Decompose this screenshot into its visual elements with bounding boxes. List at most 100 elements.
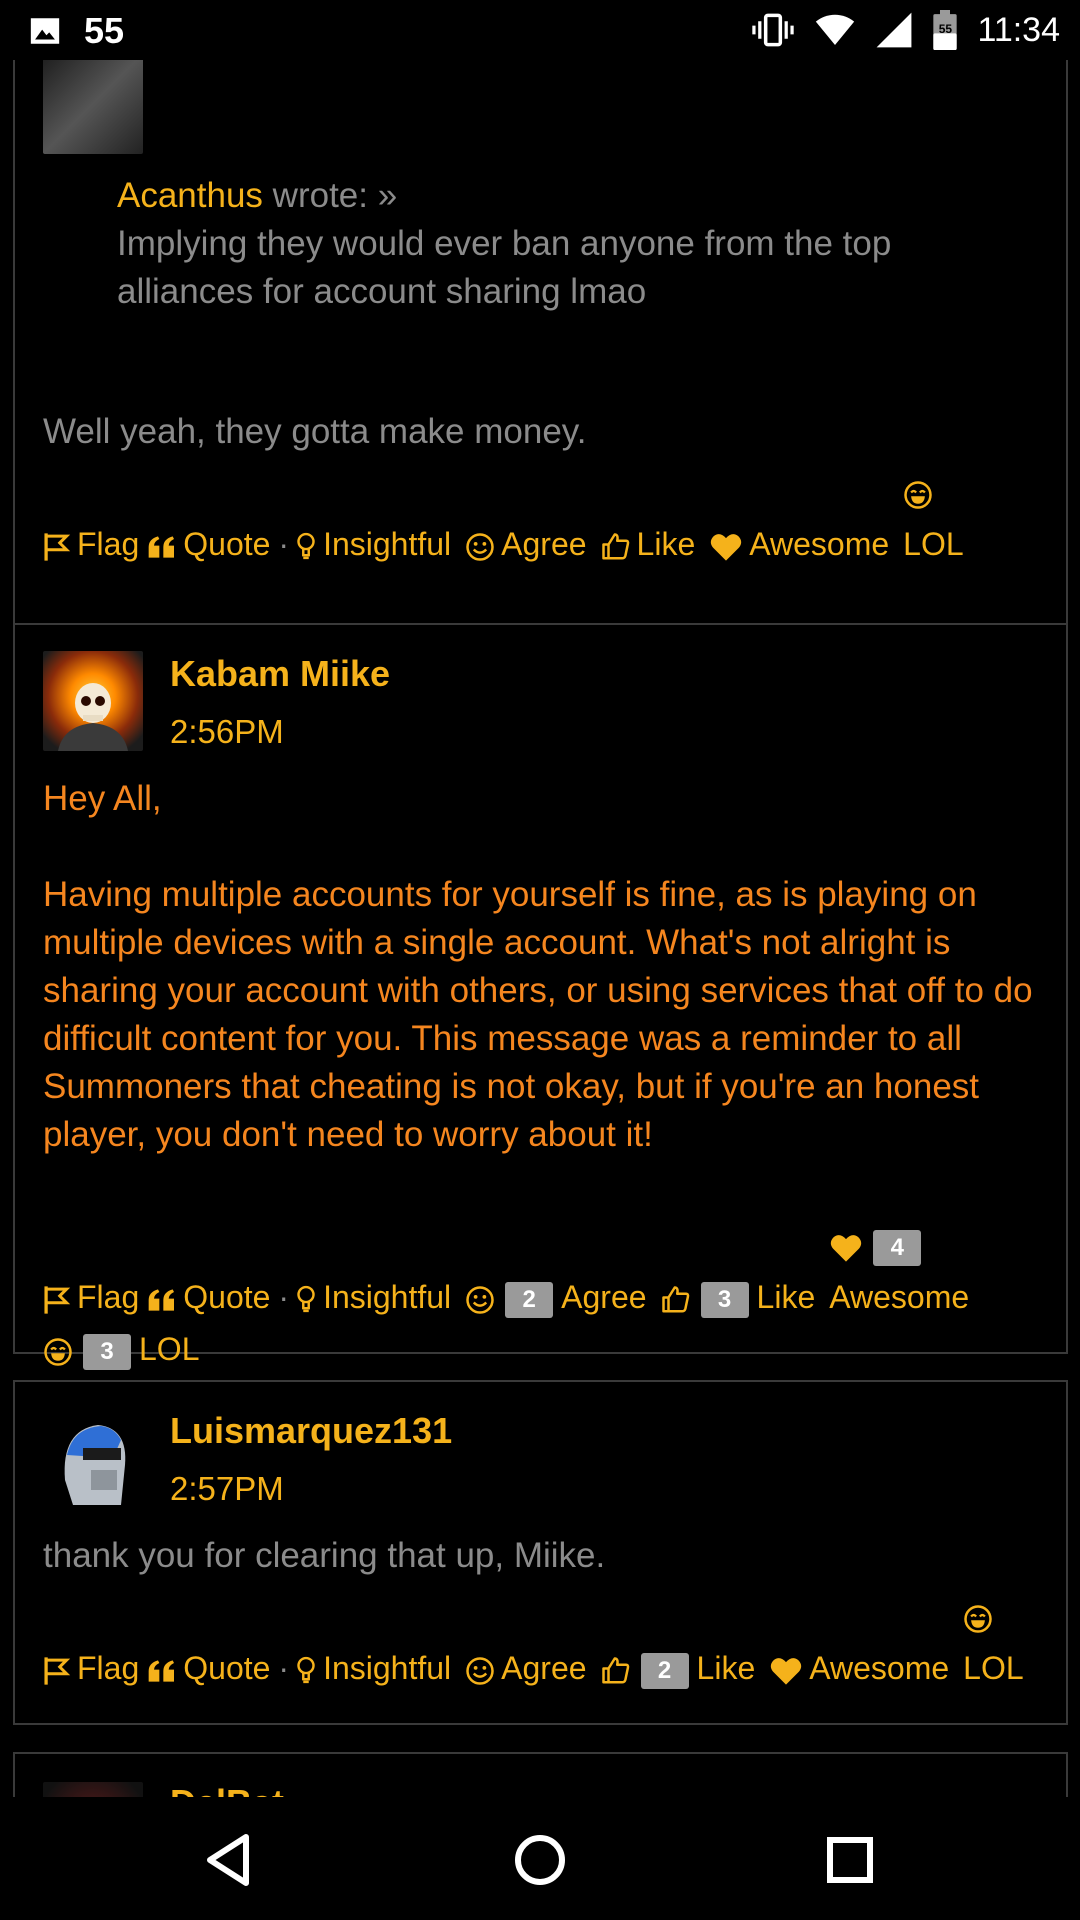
- flag-icon: [44, 532, 71, 561]
- thumbs-up-icon: [661, 1285, 689, 1313]
- avatar[interactable]: [43, 1410, 143, 1510]
- lol-label: LOL: [963, 1650, 1024, 1686]
- avatar[interactable]: [43, 651, 143, 751]
- quote-author-link[interactable]: Acanthus: [117, 176, 263, 215]
- lol-button[interactable]: LOL: [903, 466, 964, 570]
- wifi-icon: [816, 14, 855, 45]
- lol-button[interactable]: 3 LOL: [43, 1323, 199, 1375]
- flag-button[interactable]: Flag: [43, 518, 139, 570]
- author-link[interactable]: DelBat: [170, 1782, 284, 1797]
- post-card: DelBat: [13, 1752, 1068, 1797]
- lightbulb-icon: [297, 1656, 315, 1683]
- like-count-badge: 3: [700, 1281, 749, 1318]
- insightful-button[interactable]: Insightful: [295, 1271, 451, 1323]
- awesome-button[interactable]: 4 Awesome: [829, 1219, 969, 1323]
- awesome-label: Awesome: [829, 1279, 970, 1315]
- post-greeting: Hey All,: [43, 779, 162, 818]
- insightful-label: Insightful: [323, 1279, 452, 1315]
- lightbulb-icon: [297, 1285, 315, 1312]
- quote-icon: [148, 535, 175, 558]
- insightful-label: Insightful: [323, 526, 452, 562]
- reaction-bar: Flag Quote · Insightful Agree 2 Like Awes…: [43, 1590, 1058, 1694]
- thumbs-up-icon: [601, 532, 629, 560]
- battery-icon: 55: [933, 10, 958, 50]
- flag-label: Flag: [77, 526, 140, 562]
- quote-block: Acanthus wrote: » Implying they would ev…: [117, 172, 1017, 316]
- quote-label: Quote: [183, 526, 271, 562]
- laugh-icon: [964, 1604, 992, 1633]
- navigation-bar: [0, 1797, 1080, 1920]
- agree-button[interactable]: 2 Agree: [465, 1271, 647, 1323]
- home-button[interactable]: [505, 1825, 575, 1895]
- lol-label: LOL: [139, 1331, 200, 1367]
- separator: ·: [278, 1279, 290, 1315]
- battery-level: 55: [938, 22, 953, 36]
- reaction-bar: Flag Quote · Insightful 2 Agree 3 Like 4 Aw…: [43, 1219, 1058, 1375]
- post-timestamp[interactable]: 2:56PM: [170, 713, 284, 751]
- vibrate-icon: [752, 13, 795, 47]
- image-icon: [30, 18, 60, 44]
- heart-icon: [711, 533, 742, 561]
- agree-button[interactable]: Agree: [465, 518, 587, 570]
- like-button[interactable]: Like: [601, 518, 695, 570]
- agree-button[interactable]: Agree: [465, 1642, 587, 1694]
- status-bar: 55 55 11:34: [0, 0, 1080, 60]
- like-label: Like: [696, 1650, 756, 1686]
- post-card: Luismarquez131 2:57PM thank you for clea…: [13, 1380, 1068, 1725]
- flaming-skull-icon: [58, 683, 128, 751]
- smile-icon: [466, 1285, 494, 1314]
- agree-count-badge: 2: [505, 1281, 554, 1318]
- quote-button[interactable]: Quote: [147, 1642, 270, 1694]
- notification-count: 55: [84, 10, 125, 51]
- signal-icon: [877, 12, 912, 48]
- like-button[interactable]: 2 Like: [601, 1642, 756, 1694]
- agree-label: Agree: [501, 526, 587, 562]
- author-link[interactable]: Luismarquez131: [170, 1410, 452, 1452]
- avatar[interactable]: [43, 60, 143, 154]
- flag-label: Flag: [77, 1279, 140, 1315]
- quote-button[interactable]: Quote: [147, 518, 270, 570]
- like-label: Like: [756, 1279, 816, 1315]
- laugh-icon: [904, 480, 932, 509]
- avatar[interactable]: [43, 1782, 143, 1797]
- quote-label: Quote: [183, 1279, 271, 1315]
- lightbulb-icon: [297, 532, 315, 559]
- awesome-button[interactable]: Awesome: [709, 518, 889, 570]
- quote-icon: [148, 1288, 175, 1311]
- awesome-count-badge: 4: [873, 1229, 922, 1266]
- like-count-badge: 2: [640, 1652, 689, 1689]
- laugh-icon: [44, 1337, 72, 1366]
- awesome-label: Awesome: [749, 526, 890, 562]
- clock: 11:34: [977, 10, 1060, 49]
- post-card: Kabam Miike 2:56PM Hey All, Having multi…: [13, 623, 1068, 1370]
- lol-button[interactable]: LOL: [963, 1590, 1024, 1694]
- lol-count-badge: 3: [83, 1333, 131, 1370]
- thread-content[interactable]: Acanthus wrote: » Implying they would ev…: [0, 60, 1080, 1797]
- flag-button[interactable]: Flag: [43, 1642, 139, 1694]
- quote-text: Implying they would ever ban anyone from…: [117, 224, 892, 311]
- flag-label: Flag: [77, 1650, 140, 1686]
- flag-button[interactable]: Flag: [43, 1271, 139, 1323]
- flag-icon: [44, 1285, 71, 1314]
- recent-apps-button[interactable]: [815, 1825, 885, 1895]
- armored-helmet-icon: [64, 1425, 126, 1505]
- insightful-button[interactable]: Insightful: [295, 518, 451, 570]
- flag-icon: [44, 1656, 71, 1685]
- smile-icon: [466, 532, 494, 561]
- quote-button[interactable]: Quote: [147, 1271, 270, 1323]
- post-card: Acanthus wrote: » Implying they would ev…: [13, 60, 1068, 656]
- insightful-label: Insightful: [323, 1650, 452, 1686]
- like-button[interactable]: 3 Like: [661, 1271, 816, 1323]
- quote-wrote-link[interactable]: wrote: »: [273, 176, 398, 215]
- quote-icon: [148, 1659, 175, 1682]
- separator: ·: [278, 526, 290, 562]
- awesome-button[interactable]: Awesome: [769, 1642, 949, 1694]
- post-timestamp[interactable]: 2:57PM: [170, 1470, 284, 1508]
- author-link[interactable]: Kabam Miike: [170, 653, 390, 695]
- post-body: thank you for clearing that up, Miike.: [43, 1536, 606, 1575]
- awesome-label: Awesome: [809, 1650, 950, 1686]
- back-button[interactable]: [196, 1825, 266, 1895]
- insightful-button[interactable]: Insightful: [295, 1642, 451, 1694]
- thumbs-up-icon: [601, 1656, 629, 1684]
- reaction-bar: Flag Quote · Insightful Agree Like Aweso…: [43, 466, 1058, 570]
